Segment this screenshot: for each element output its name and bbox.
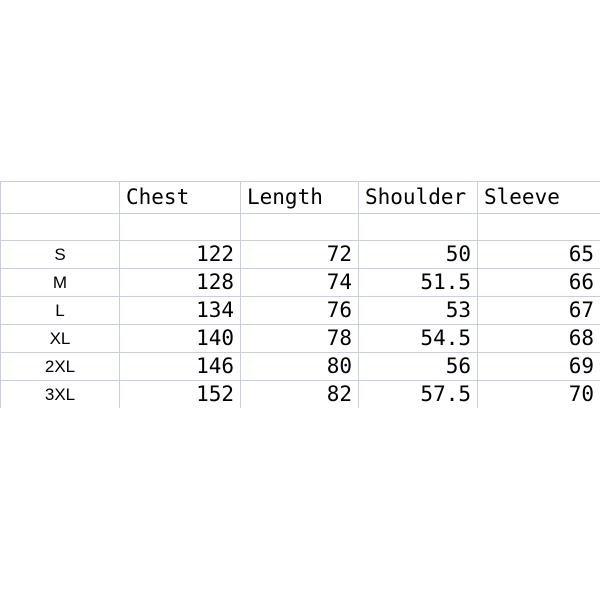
cell-chest: 140 [119, 324, 241, 353]
cell-shoulder: 50 [358, 240, 478, 269]
header-label-length: Length [247, 185, 323, 209]
cell-chest: 134 [119, 296, 241, 325]
cell-size: M [0, 268, 120, 297]
table-row: M 128 74 51.5 66 [0, 268, 600, 297]
sleeve-value: 68 [568, 326, 594, 350]
sleeve-value: 69 [568, 354, 594, 378]
cell-sleeve: 68 [477, 324, 600, 353]
table-row: XL 140 78 54.5 68 [0, 324, 600, 353]
header-cell-length: Length [240, 181, 359, 214]
size-label: 3XL [44, 385, 76, 404]
size-chart-table: Chest Length Shoulder Sleeve S 122 72 50… [0, 181, 600, 408]
cell-length: 78 [240, 324, 359, 353]
header-label-chest: Chest [126, 185, 190, 209]
length-value: 74 [326, 270, 352, 294]
spacer-cell-shoulder [358, 213, 478, 241]
cell-shoulder: 51.5 [358, 268, 478, 297]
cell-chest: 122 [119, 240, 241, 269]
shoulder-value: 57.5 [420, 382, 471, 406]
length-value: 82 [326, 382, 352, 406]
cell-sleeve: 69 [477, 352, 600, 381]
length-value: 76 [326, 298, 352, 322]
cell-length: 72 [240, 240, 359, 269]
length-value: 72 [326, 242, 352, 266]
header-label-sleeve: Sleeve [484, 185, 560, 209]
chest-value: 134 [196, 298, 234, 322]
length-value: 80 [326, 354, 352, 378]
shoulder-value: 50 [445, 242, 471, 266]
cell-size: XL [0, 324, 120, 353]
shoulder-value: 56 [445, 354, 471, 378]
chest-value: 140 [196, 326, 234, 350]
sleeve-value: 70 [568, 382, 594, 406]
sleeve-value: 65 [568, 242, 594, 266]
header-cell-sleeve: Sleeve [477, 181, 600, 214]
table-row: 3XL 152 82 57.5 70 [0, 380, 600, 408]
size-chart-container: Chest Length Shoulder Sleeve S 122 72 50… [0, 181, 600, 408]
spacer-cell-length [240, 213, 359, 241]
table-spacer-row [0, 213, 600, 241]
cell-chest: 146 [119, 352, 241, 381]
cell-sleeve: 67 [477, 296, 600, 325]
spacer-cell-sleeve [477, 213, 600, 241]
cell-shoulder: 57.5 [358, 380, 478, 408]
size-label: M [52, 273, 68, 292]
cell-length: 76 [240, 296, 359, 325]
chest-value: 122 [196, 242, 234, 266]
sleeve-value: 67 [568, 298, 594, 322]
cell-shoulder: 54.5 [358, 324, 478, 353]
table-row: S 122 72 50 65 [0, 240, 600, 269]
header-cell-chest: Chest [119, 181, 241, 214]
chest-value: 146 [196, 354, 234, 378]
cell-size: 3XL [0, 380, 120, 408]
cell-shoulder: 53 [358, 296, 478, 325]
cell-length: 74 [240, 268, 359, 297]
shoulder-value: 53 [445, 298, 471, 322]
cell-sleeve: 65 [477, 240, 600, 269]
cell-size: S [0, 240, 120, 269]
spacer-cell-chest [119, 213, 241, 241]
header-cell-size [0, 181, 120, 214]
size-label: L [55, 301, 65, 320]
cell-length: 82 [240, 380, 359, 408]
cell-size: L [0, 296, 120, 325]
cell-sleeve: 70 [477, 380, 600, 408]
header-label-shoulder: Shoulder [365, 185, 467, 209]
chest-value: 128 [196, 270, 234, 294]
sleeve-value: 66 [568, 270, 594, 294]
size-label: XL [49, 329, 71, 348]
table-header-row: Chest Length Shoulder Sleeve [0, 181, 600, 214]
shoulder-value: 54.5 [420, 326, 471, 350]
shoulder-value: 51.5 [420, 270, 471, 294]
cell-chest: 128 [119, 268, 241, 297]
spacer-cell-size [0, 213, 120, 241]
cell-sleeve: 66 [477, 268, 600, 297]
table-row: 2XL 146 80 56 69 [0, 352, 600, 381]
chest-value: 152 [196, 382, 234, 406]
cell-size: 2XL [0, 352, 120, 381]
table-row: L 134 76 53 67 [0, 296, 600, 325]
cell-shoulder: 56 [358, 352, 478, 381]
length-value: 78 [326, 326, 352, 350]
cell-chest: 152 [119, 380, 241, 408]
size-label: S [54, 245, 66, 264]
cell-length: 80 [240, 352, 359, 381]
size-label: 2XL [44, 357, 76, 376]
header-cell-shoulder: Shoulder [358, 181, 478, 214]
